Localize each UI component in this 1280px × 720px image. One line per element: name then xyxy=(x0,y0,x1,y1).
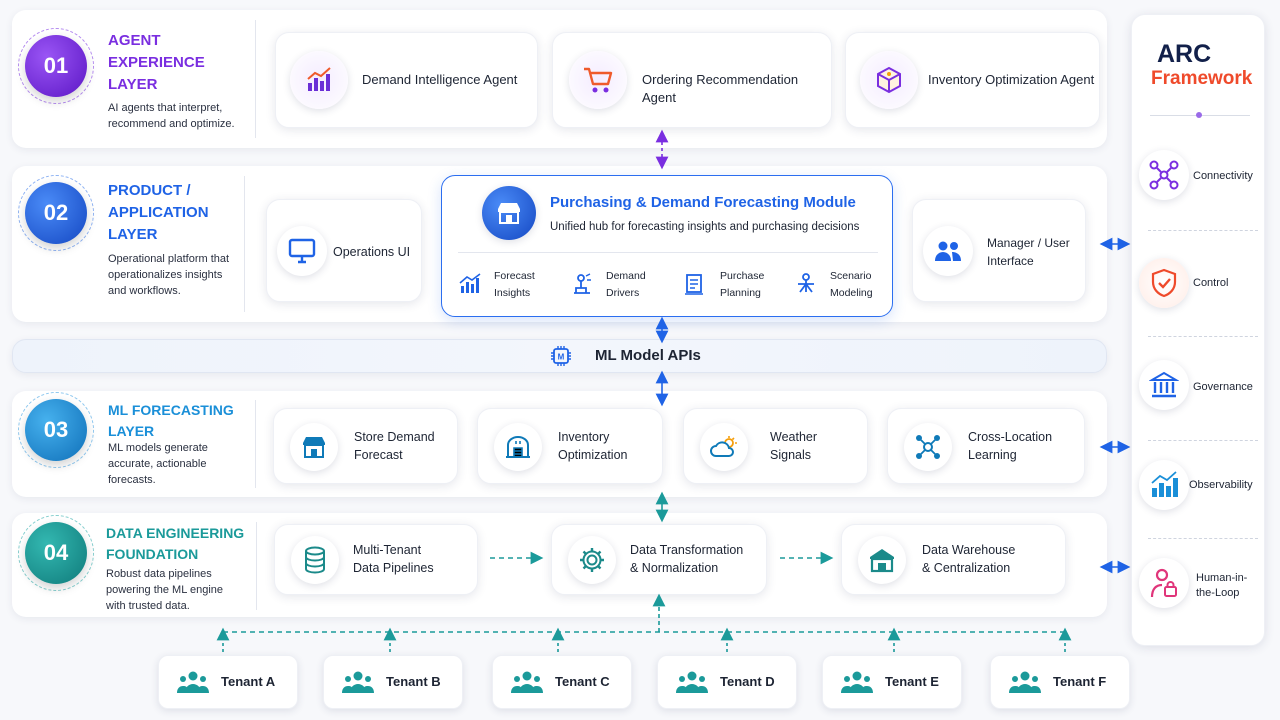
shield-check-icon xyxy=(1139,258,1189,308)
observability-label: Observability xyxy=(1189,479,1253,491)
arc-separator xyxy=(1148,538,1258,539)
tenant-label: Tenant A xyxy=(221,674,276,689)
tenant-label: Tenant B xyxy=(386,674,441,689)
users-icon xyxy=(1009,671,1041,693)
connectivity-label: Connectivity xyxy=(1193,170,1253,182)
users-icon xyxy=(342,671,374,693)
human-icon xyxy=(1139,558,1189,608)
arc-framework-panel xyxy=(1131,14,1265,646)
arc-separator xyxy=(1148,230,1258,231)
arc-separator xyxy=(1148,336,1258,337)
tenant-label: Tenant D xyxy=(720,674,775,689)
tenant-a-card[interactable]: Tenant A xyxy=(158,655,298,709)
users-icon xyxy=(177,671,209,693)
human-in-the-loop-label: Human-in-the-Loop xyxy=(1196,572,1248,599)
tenant-d-card[interactable]: Tenant D xyxy=(657,655,797,709)
arc-subtitle: Framework xyxy=(1151,68,1253,89)
users-icon xyxy=(511,671,543,693)
observability-chart-icon xyxy=(1139,460,1189,510)
tenant-e-card[interactable]: Tenant E xyxy=(822,655,962,709)
tenant-label: Tenant F xyxy=(1053,674,1107,689)
tenant-b-card[interactable]: Tenant B xyxy=(323,655,463,709)
arc-divider-dot xyxy=(1196,112,1202,118)
tenant-drops xyxy=(216,627,1072,652)
bank-icon xyxy=(1139,360,1189,410)
tenant-label: Tenant C xyxy=(555,674,610,689)
arc-title: ARC xyxy=(1157,40,1212,68)
users-icon xyxy=(676,671,708,693)
arc-separator xyxy=(1148,440,1258,441)
control-label: Control xyxy=(1193,277,1229,289)
users-icon xyxy=(841,671,873,693)
tenant-f-card[interactable]: Tenant F xyxy=(990,655,1130,709)
governance-label: Governance xyxy=(1193,381,1253,393)
tenant-label: Tenant E xyxy=(885,674,939,689)
connectivity-icon xyxy=(1139,150,1189,200)
tenant-c-card[interactable]: Tenant C xyxy=(492,655,632,709)
connectors xyxy=(216,129,1131,652)
